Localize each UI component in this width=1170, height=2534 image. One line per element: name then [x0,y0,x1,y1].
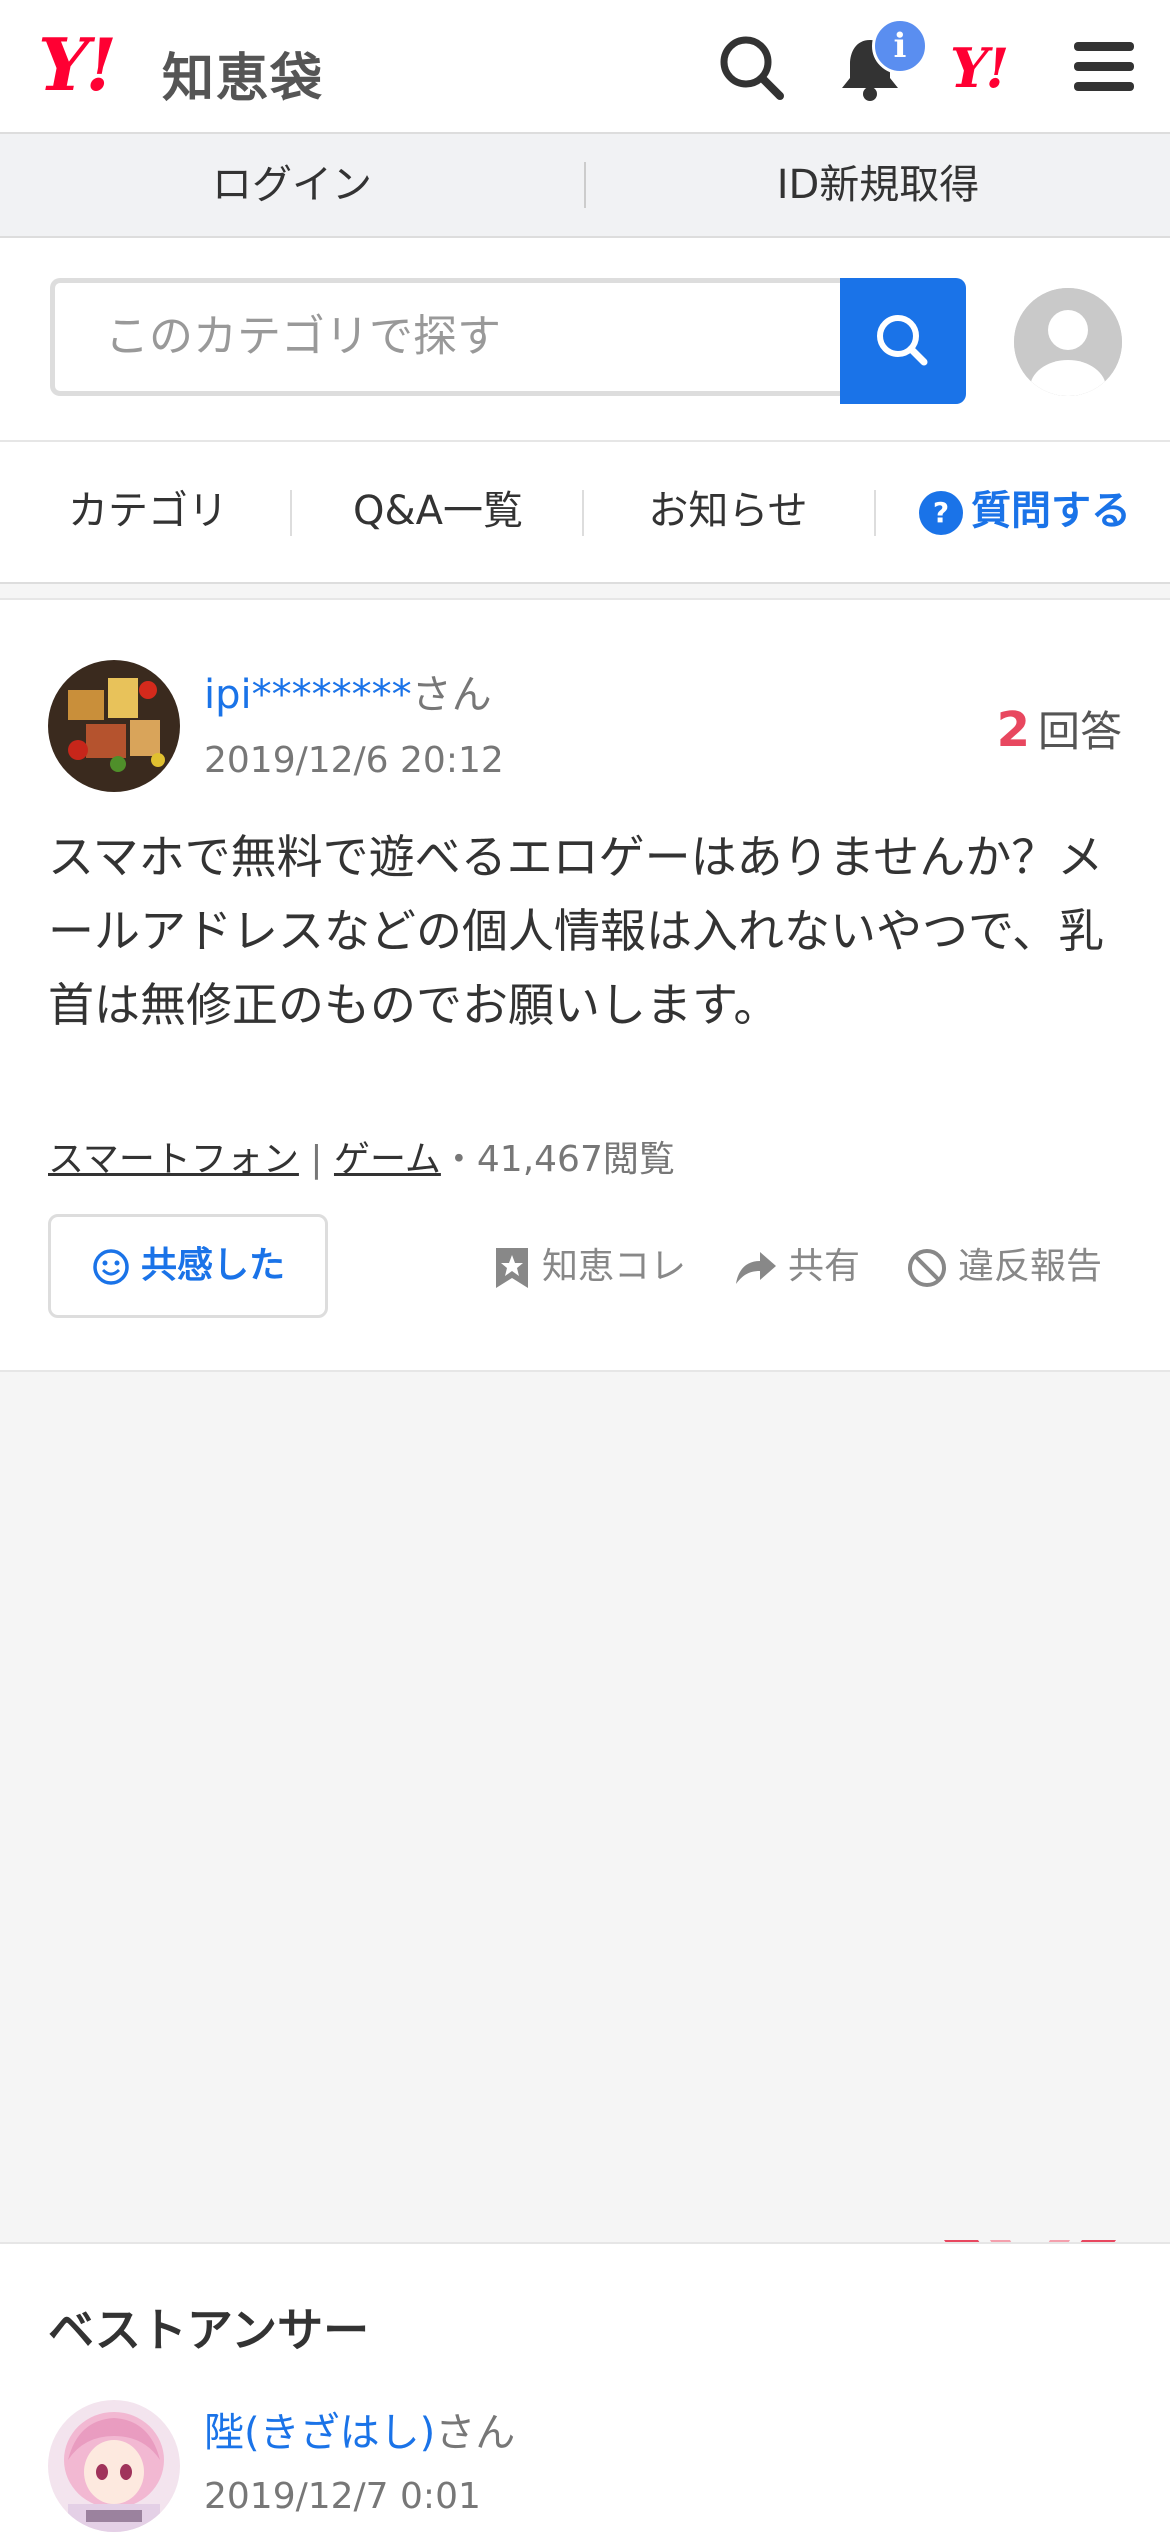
report-label: 違反報告 [958,1246,1103,1287]
question-meta: スマートフォン | ゲーム・41,467閲覧 [48,1130,675,1182]
category-separator: | [310,1139,323,1180]
search-button[interactable] [840,278,966,404]
share-label: 共有 [788,1246,861,1287]
search-icon[interactable] [712,28,792,108]
hamburger-menu-icon[interactable] [1064,28,1144,108]
answerer-name[interactable]: 陛(きざはし)さん [204,2400,515,2458]
answer-count-number: 2 [996,702,1030,758]
category-link-game[interactable]: ゲーム [334,1139,441,1180]
search-row: このカテゴリで探す [0,238,1170,442]
answer-date: 2019/12/7 0:01 [204,2476,481,2517]
question-body: スマホで無料で遊べるエロゲーはありませんか？メールアドレスなどの個人情報は入れな… [48,830,1105,1032]
tab-divider [874,490,876,536]
register-button[interactable]: ID新規取得 [586,134,1170,236]
view-count: ・41,467閲覧 [440,1139,675,1180]
report-button[interactable]: 違反報告 [906,1240,1102,1294]
answerer-id[interactable]: 陛(きざはし) [204,2410,435,2456]
answerer-avatar[interactable] [48,2400,180,2532]
bookmark-star-icon [496,1248,528,1288]
save-label: 知恵コレ [542,1246,687,1287]
prohibited-icon [908,1249,946,1287]
empathy-label: 共感した [140,1245,285,1286]
question-card: ipi********さん 2019/12/6 20:12 2 回答 スマホで無料… [0,598,1170,1372]
honorific-suffix: さん [411,672,492,718]
share-button[interactable]: 共有 [734,1240,860,1294]
save-chiekore-button[interactable]: 知恵コレ [492,1240,686,1294]
answer-count-label: 回答 [1037,707,1122,756]
yahoo-logo-mark[interactable]: Y! [38,22,117,107]
tab-divider [582,490,584,536]
best-answer-title: ベストアンサー [48,2303,370,2357]
notification-badge: i [872,18,928,74]
auth-bar: ログイン ID新規取得 [0,134,1170,238]
tab-news[interactable]: お知らせ [600,442,856,582]
food-photo-image [48,660,180,792]
search-icon [877,315,928,366]
question-circle-icon: ? [919,491,963,535]
svg-text:?: ? [933,496,949,529]
ask-question-button[interactable]: ? 質問する [904,442,1144,582]
tab-divider [290,490,292,536]
category-tabs: カテゴリ Q&A一覧 お知らせ ? 質問する [0,442,1170,584]
honorific-suffix: さん [435,2410,516,2456]
tab-qa-list[interactable]: Q&A一覧 [310,442,566,582]
login-button[interactable]: ログイン [0,134,584,236]
yahoo-top-link[interactable]: Y! [950,36,1009,100]
best-answer-section: ベストアンサー 陛(きざはし)さん 2019/12/7 0:01 [0,2242,1170,2534]
questioner-avatar[interactable] [48,660,180,792]
default-user-icon [1014,288,1122,396]
category-search-input[interactable]: このカテゴリで探す [50,278,840,396]
tab-category[interactable]: カテゴリ [20,442,276,582]
chiebukuro-logo-text[interactable]: 知恵袋 [162,36,324,111]
share-arrow-icon [736,1252,776,1284]
empathy-button[interactable]: 共感した [48,1214,328,1318]
anime-avatar-image [48,2400,180,2532]
category-link-smartphone[interactable]: スマートフォン [48,1139,299,1180]
user-avatar[interactable] [1014,288,1122,396]
answer-count[interactable]: 2 回答 [997,698,1122,759]
app-header: Y! 知恵袋 i Y! [0,0,1170,134]
ask-question-label: 質問する [971,488,1131,534]
questioner-name[interactable]: ipi********さん [204,662,492,720]
question-date: 2019/12/6 20:12 [204,740,504,781]
smiley-icon [93,1249,129,1285]
questioner-id[interactable]: ipi******** [204,672,412,718]
